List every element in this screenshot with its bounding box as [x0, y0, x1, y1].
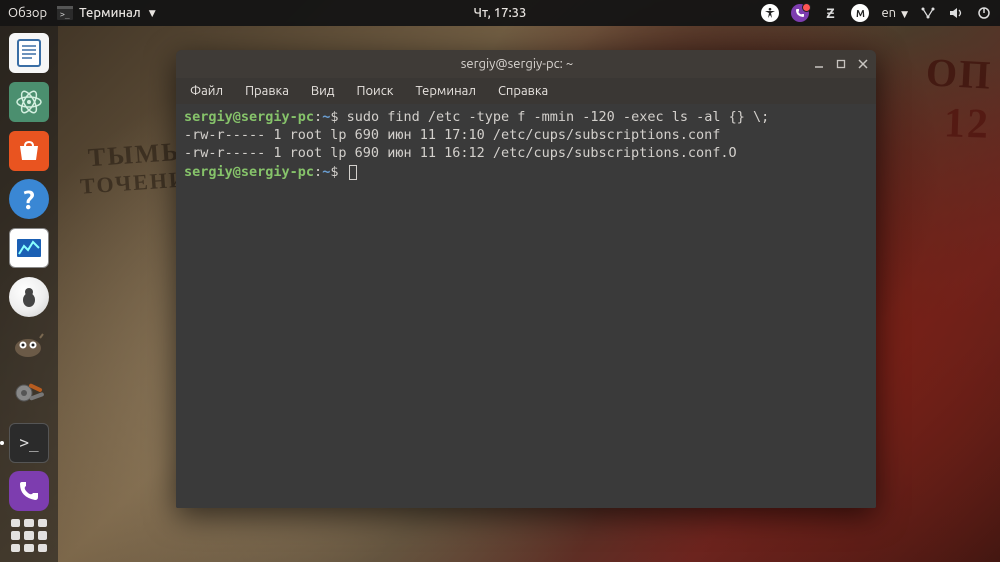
window-minimize-button[interactable]	[812, 57, 826, 71]
dock-item-settings[interactable]	[6, 373, 52, 416]
terminal-icon: >_	[57, 5, 73, 21]
volume-icon[interactable]	[948, 5, 964, 21]
chevron-down-icon: ▼	[149, 8, 156, 19]
terminal-menubar: Файл Правка Вид Поиск Терминал Справка	[176, 78, 876, 104]
terminal-window: sergiy@sergiy-pc: ~ Файл Правка Вид Поис…	[176, 50, 876, 508]
dock-item-text-editor[interactable]	[6, 32, 52, 75]
tray-icon[interactable]: Ƶ	[821, 4, 839, 22]
app-menu[interactable]: >_ Терминал ▼	[57, 5, 155, 21]
dock: ? >_	[0, 26, 58, 562]
viber-tray-icon[interactable]	[791, 4, 809, 22]
app-menu-label: Терминал	[79, 6, 141, 20]
menu-terminal[interactable]: Терминал	[405, 82, 485, 100]
accessibility-icon[interactable]	[761, 4, 779, 22]
dock-item-help[interactable]: ?	[6, 178, 52, 221]
dock-item-viber[interactable]	[6, 470, 52, 513]
wallpaper-text: 12	[943, 99, 991, 149]
menu-edit[interactable]: Правка	[235, 82, 299, 100]
window-maximize-button[interactable]	[834, 57, 848, 71]
menu-view[interactable]: Вид	[301, 82, 345, 100]
dock-item-gimp[interactable]	[6, 324, 52, 367]
keyboard-layout-indicator[interactable]: en ▼	[881, 6, 908, 20]
menu-file[interactable]: Файл	[180, 82, 233, 100]
wallpaper-text: ОП	[925, 48, 994, 98]
dock-item-terminal[interactable]: >_	[6, 421, 52, 464]
svg-text:>_: >_	[60, 10, 70, 19]
dock-item-atom[interactable]	[6, 81, 52, 124]
power-icon[interactable]	[976, 5, 992, 21]
dock-item-app[interactable]	[6, 275, 52, 318]
window-titlebar[interactable]: sergiy@sergiy-pc: ~	[176, 50, 876, 78]
window-title: sergiy@sergiy-pc: ~	[222, 57, 812, 71]
menu-search[interactable]: Поиск	[346, 82, 403, 100]
activities-button[interactable]: Обзор	[8, 6, 47, 20]
show-applications-button[interactable]	[11, 519, 47, 552]
dock-item-monitor[interactable]	[6, 227, 52, 270]
window-close-button[interactable]	[856, 57, 870, 71]
dock-item-software[interactable]	[6, 129, 52, 172]
clock[interactable]: Чт, 17:33	[474, 6, 527, 20]
network-icon[interactable]	[920, 5, 936, 21]
top-panel: Обзор >_ Терминал ▼ Чт, 17:33 Ƶ M en ▼	[0, 0, 1000, 26]
menu-help[interactable]: Справка	[488, 82, 558, 100]
terminal-body[interactable]: sergiy@sergiy-pc:~$ sudo find /etc -type…	[176, 104, 876, 508]
tray-icon[interactable]: M	[851, 4, 869, 22]
